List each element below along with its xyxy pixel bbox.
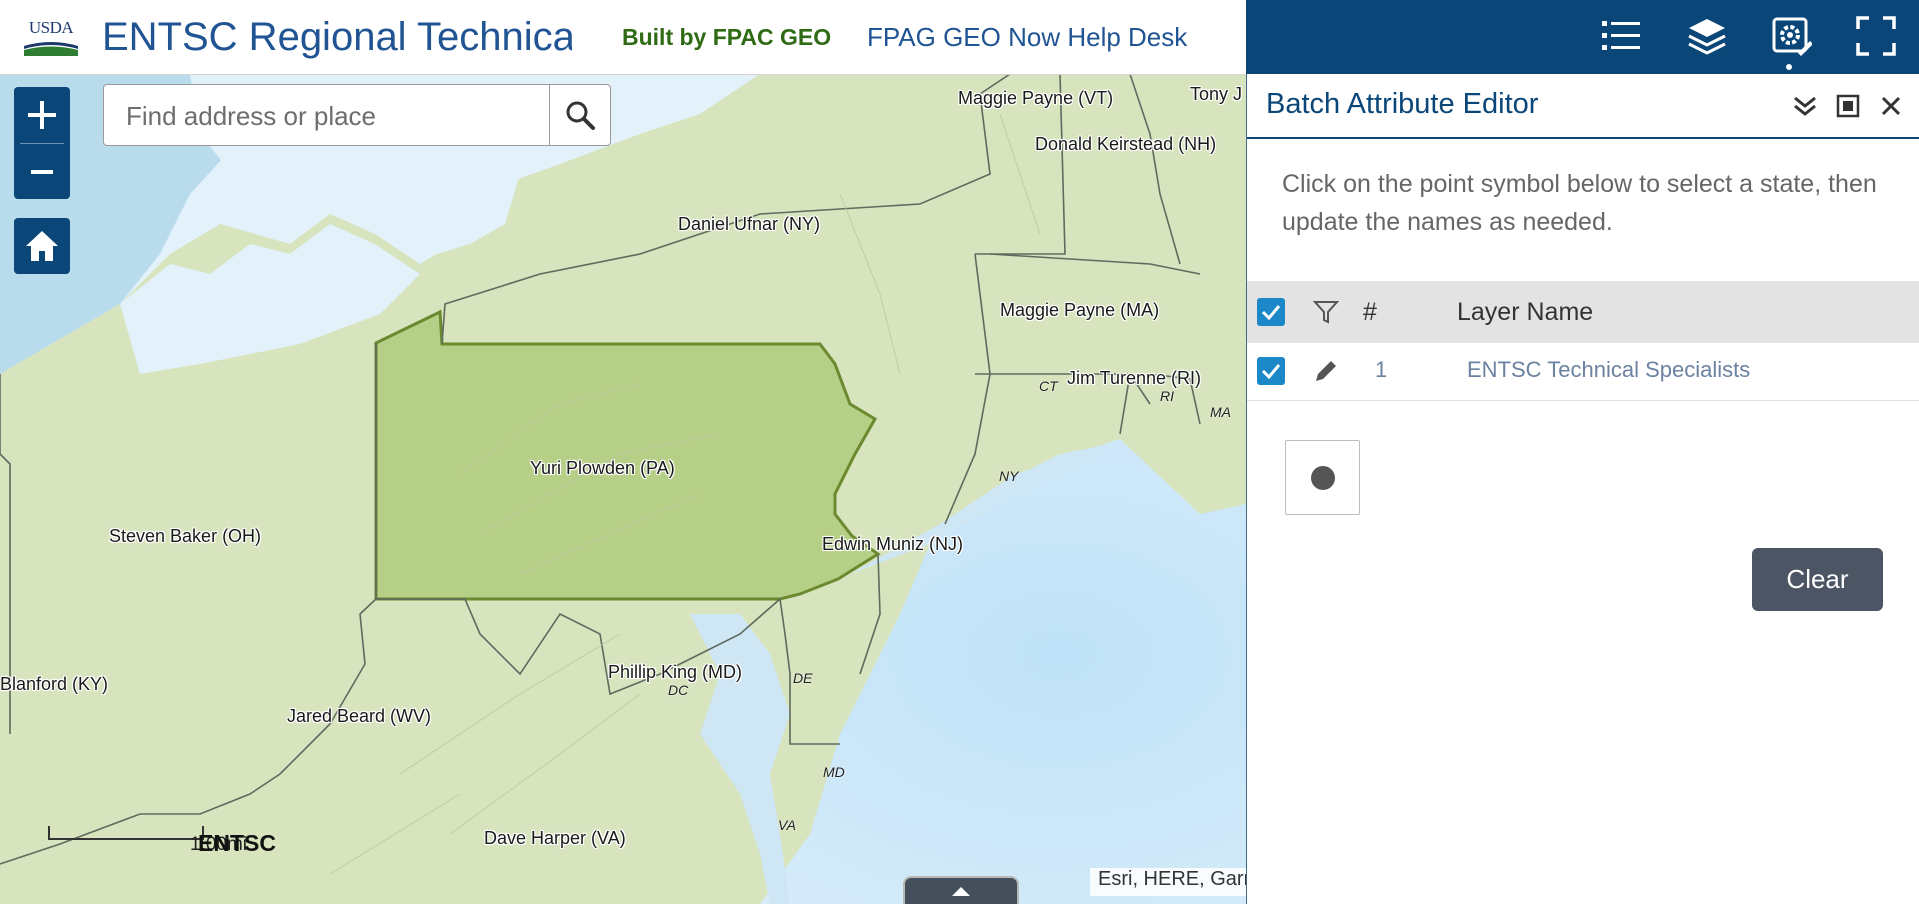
layer-table-header: # Layer Name xyxy=(1247,281,1919,343)
zoom-in-button[interactable] xyxy=(14,87,70,143)
built-by-link[interactable]: Built by FPAC GEO xyxy=(622,24,831,51)
zoom-out-button[interactable] xyxy=(14,144,70,200)
pencil-icon xyxy=(1316,361,1336,381)
map-label-ma[interactable]: Maggie Payne (MA) xyxy=(1000,300,1159,321)
active-widget-indicator xyxy=(1786,64,1792,70)
edit-layer-button[interactable] xyxy=(1312,357,1340,392)
attribution: Esri, HERE, Garmin xyxy=(1090,868,1246,896)
close-panel-button[interactable] xyxy=(1877,92,1905,120)
close-icon xyxy=(1881,96,1901,116)
table-row[interactable]: 1 ENTSC Technical Specialists xyxy=(1247,343,1919,401)
layers-icon[interactable] xyxy=(1683,12,1731,60)
map-label-tony[interactable]: Tony J xyxy=(1190,84,1242,105)
row-checkbox[interactable] xyxy=(1257,357,1285,385)
map-label-nj[interactable]: Edwin Muniz (NJ) xyxy=(822,534,963,555)
map-label-nh[interactable]: Donald Keirstead (NH) xyxy=(1035,134,1216,155)
row-layer-name[interactable]: ENTSC Technical Specialists xyxy=(1467,357,1750,383)
state-abbr-md: MD xyxy=(823,764,845,780)
search-input[interactable]: Find address or place xyxy=(126,101,376,132)
expand-panel-tab[interactable] xyxy=(903,876,1019,904)
legend-list-icon[interactable] xyxy=(1597,12,1645,60)
map-label-oh[interactable]: Steven Baker (OH) xyxy=(109,526,261,547)
state-abbr-de: DE xyxy=(793,670,813,686)
home-icon xyxy=(26,231,58,261)
widget-toolbar xyxy=(1246,0,1919,74)
scale-bar xyxy=(48,826,204,840)
minus-icon xyxy=(31,170,53,174)
column-layer-name-header: Layer Name xyxy=(1457,298,1594,326)
row-number: 1 xyxy=(1375,357,1388,382)
map-overlay-text: ENTSC xyxy=(198,830,276,856)
state-abbr-ma: MA xyxy=(1210,404,1231,420)
map-label-ky[interactable]: Blanford (KY) xyxy=(0,674,108,695)
filter-icon xyxy=(1312,301,1340,324)
double-chevron-down-icon xyxy=(1794,96,1816,116)
zoom-control xyxy=(14,87,70,199)
usda-logo-text: USDA xyxy=(28,18,74,37)
home-button[interactable] xyxy=(14,218,70,274)
batch-attribute-editor-panel: Batch Attribute Editor Click on the poin… xyxy=(1246,74,1919,904)
maximize-panel-button[interactable] xyxy=(1834,92,1862,120)
help-desk-link[interactable]: FPAG GEO Now Help Desk xyxy=(867,22,1187,53)
select-all-checkbox[interactable] xyxy=(1257,298,1285,326)
map-label-va[interactable]: Dave Harper (VA) xyxy=(484,828,626,849)
panel-title: Batch Attribute Editor xyxy=(1266,88,1539,120)
chevron-up-icon xyxy=(952,887,970,896)
plus-icon xyxy=(28,101,56,129)
panel-header: Batch Attribute Editor xyxy=(1247,74,1919,139)
map-label-pa[interactable]: Yuri Plowden (PA) xyxy=(530,458,675,479)
state-abbr-ny: NY xyxy=(999,468,1019,484)
search-icon xyxy=(566,101,595,130)
app-title: ENTSC Regional Technical Specialists xyxy=(102,15,572,59)
batch-editor-gear-icon[interactable] xyxy=(1767,12,1815,60)
map-label-ny[interactable]: Daniel Ufnar (NY) xyxy=(678,214,820,235)
editor-instructions: Click on the point symbol below to selec… xyxy=(1282,170,1877,236)
fullscreen-icon[interactable] xyxy=(1852,12,1900,60)
map-label-wv[interactable]: Jared Beard (WV) xyxy=(287,706,431,727)
state-abbr-ct: CT xyxy=(1039,378,1058,394)
usda-logo-mark xyxy=(24,42,78,56)
usda-logo[interactable]: USDA xyxy=(24,18,78,58)
state-abbr-dc: DC xyxy=(668,682,689,698)
app-header: USDA ENTSC Regional Technical Specialist… xyxy=(0,0,1246,75)
state-abbr-va: VA xyxy=(778,817,796,833)
state-abbr-ri: RI xyxy=(1160,388,1174,404)
checkmark-icon xyxy=(1261,305,1281,320)
basemap xyxy=(0,74,1246,904)
point-symbol-selector[interactable] xyxy=(1285,440,1360,515)
map-label-md[interactable]: Phillip King (MD) xyxy=(608,662,742,683)
layer-table: # Layer Name 1 ENTSC Technical Specialis… xyxy=(1247,281,1919,401)
search-widget: Find address or place xyxy=(103,84,611,146)
point-symbol-icon xyxy=(1310,465,1335,490)
collapse-panel-button[interactable] xyxy=(1791,92,1819,120)
column-number-header: # xyxy=(1363,298,1377,326)
search-button[interactable] xyxy=(549,85,610,145)
map-label-ri[interactable]: Jim Turenne (RI) xyxy=(1067,368,1201,389)
maximize-icon xyxy=(1836,94,1860,118)
filter-button[interactable] xyxy=(1312,298,1340,333)
map-view[interactable]: Maggie Payne (VT) Tony J Donald Keirstea… xyxy=(0,74,1246,904)
clear-button[interactable]: Clear xyxy=(1752,548,1883,611)
map-label-vt[interactable]: Maggie Payne (VT) xyxy=(958,88,1113,109)
checkmark-icon xyxy=(1261,364,1281,379)
